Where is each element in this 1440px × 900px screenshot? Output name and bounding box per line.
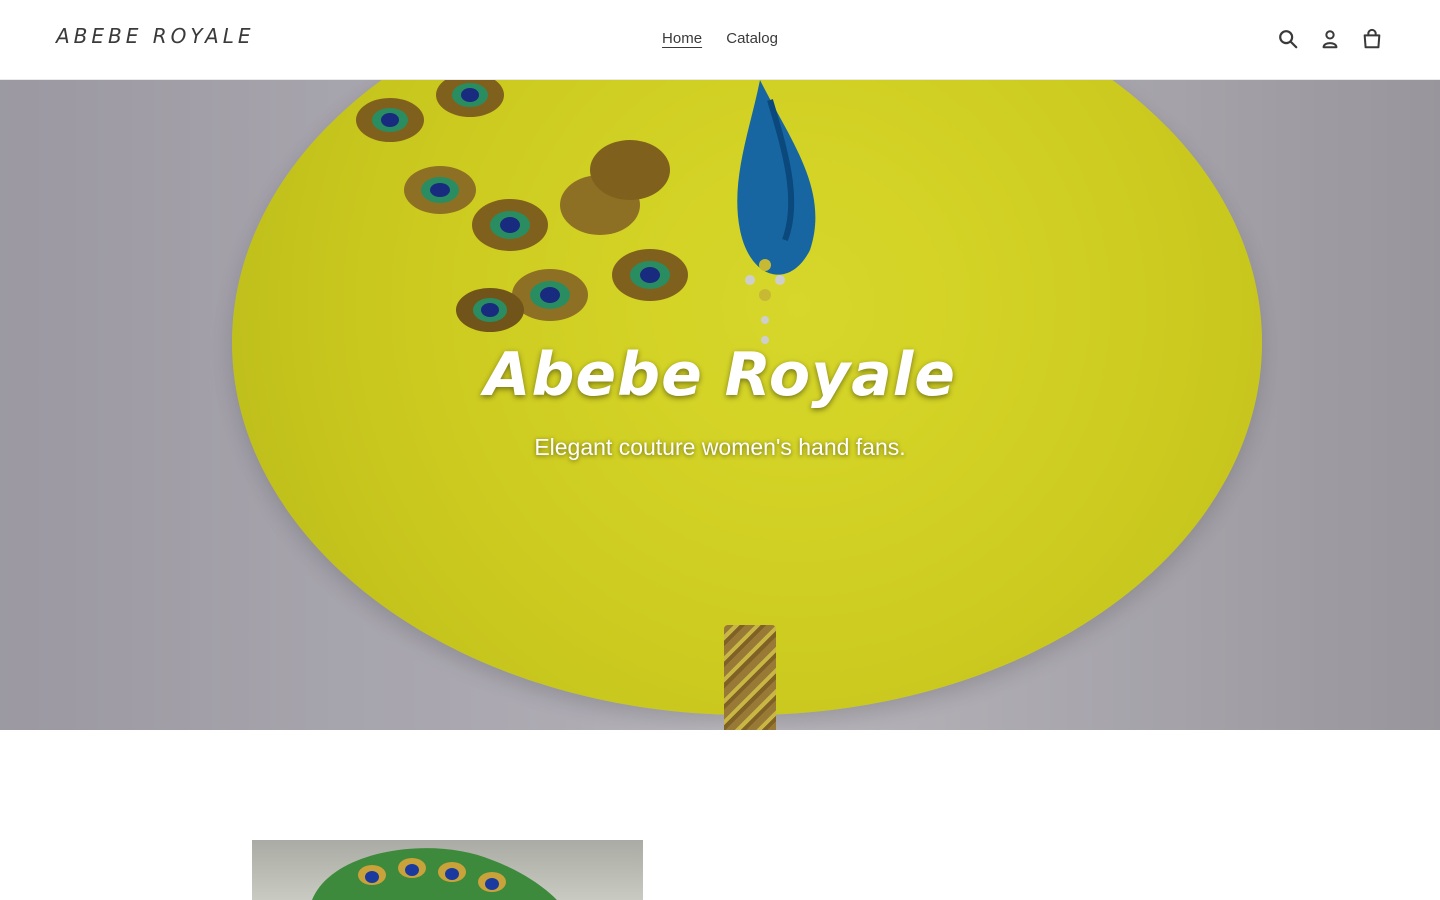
hero-subtitle: Elegant couture women's hand fans.: [534, 434, 906, 460]
hero-banner: Abebe Royale Elegant couture women's han…: [0, 80, 1440, 730]
cart-icon[interactable]: [1360, 27, 1384, 51]
search-icon[interactable]: [1276, 27, 1300, 51]
peacock-fan-thumbnail-icon: [312, 848, 557, 900]
account-icon[interactable]: [1318, 27, 1342, 51]
site-header: ABEBE ROYALE Home Catalog: [0, 0, 1440, 80]
hero-title: Abebe Royale: [484, 340, 956, 410]
nav-catalog-link[interactable]: Catalog: [726, 30, 778, 47]
main-nav: Home Catalog: [0, 30, 1440, 47]
featured-product-image[interactable]: [252, 840, 643, 900]
header-icons: [1276, 27, 1384, 51]
nav-home-link[interactable]: Home: [662, 30, 702, 47]
